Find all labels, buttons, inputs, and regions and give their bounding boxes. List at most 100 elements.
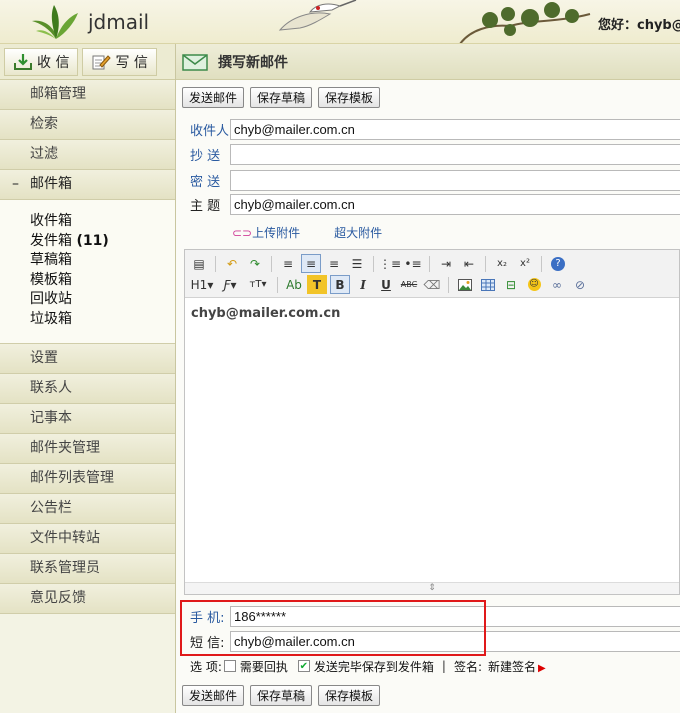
toolbar-divider [485,255,486,272]
compose-mail-button[interactable]: 写 信 [82,47,157,76]
bold-icon[interactable]: B [330,275,350,294]
folder-sent[interactable]: 发件箱 (11) [30,232,175,252]
font-family-dropdown[interactable]: Ƒ ▾ [218,275,242,294]
superscript-icon[interactable]: x² [515,254,535,273]
send-button-bottom[interactable]: 发送邮件 [182,685,245,706]
cc-row: 抄 送 [186,143,680,165]
toolbar-divider [541,255,542,272]
align-justify-icon[interactable]: ☰ [347,254,367,273]
align-center-icon[interactable]: ≡ [301,254,321,273]
compose-pencil-icon [92,54,112,69]
unlink-icon[interactable]: ⊘ [570,275,590,294]
source-code-icon[interactable]: ▤ [189,254,209,273]
nav-mailbox-settings[interactable]: 邮箱管理 [0,80,175,110]
compose-mail-label: 写 信 [115,54,148,71]
outdent-icon[interactable]: ⇤ [459,254,479,273]
folder-templates[interactable]: 模板箱 [30,271,175,291]
underline-icon[interactable]: U [376,275,396,294]
folder-label: 收件箱 [30,213,72,229]
options-label: 选 项: [190,659,222,674]
receive-mail-label: 收 信 [37,54,70,71]
nav-filter[interactable]: 过滤 [0,140,175,170]
large-attachment-link[interactable]: 超大附件 [334,224,382,241]
signature-label: 签名: [453,659,482,674]
toolbar-divider [277,276,278,293]
heading-label: H1 [190,277,208,292]
attachment-links: ⊂⊃上传附件 超大附件 [232,224,382,241]
nav-contacts[interactable]: 联系人 [0,374,175,404]
nav-settings[interactable]: 设置 [0,344,175,374]
ordered-list-icon[interactable]: ⋮≡ [379,254,401,273]
nav-mailbox[interactable]: – 邮件箱 [0,170,175,200]
editor-toolbar: ▤ ↶ ↷ ≡ ≡ ≡ ☰ ⋮≡ •≡ ⇥ ⇤ x₂ x² ? H1 ▾ Ƒ ▾… [185,250,679,298]
folder-label: 发件箱 [30,232,72,249]
subject-field[interactable] [230,193,680,215]
nav-search[interactable]: 检索 [0,110,175,140]
table-icon[interactable] [478,275,498,294]
subject-row: 主 题 [186,193,680,215]
nav-mailing-list[interactable]: 邮件列表管理 [0,464,175,494]
folder-label: 模板箱 [30,271,72,288]
send-button[interactable]: 发送邮件 [182,87,245,108]
bcc-field[interactable] [230,169,680,191]
receive-mail-button[interactable]: 收 信 [4,47,79,76]
font-size-dropdown[interactable]: тT ▾ [245,275,271,294]
redo-icon[interactable]: ↷ [245,254,265,273]
save-draft-button[interactable]: 保存草稿 [250,87,313,108]
image-icon[interactable] [455,275,475,294]
horizontal-rule-icon[interactable]: ⊟ [501,275,521,294]
receipt-label[interactable]: 需要回执 [240,658,288,675]
help-icon[interactable]: ? [548,254,568,273]
cc-label[interactable]: 抄 送 [186,145,230,164]
options-divider: | [441,659,446,673]
save-draft-button-bottom[interactable]: 保存草稿 [250,685,313,706]
bcc-label[interactable]: 密 送 [186,171,230,190]
folder-junk[interactable]: 垃圾箱 [30,310,175,330]
undo-icon[interactable]: ↶ [222,254,242,273]
signature-dropdown[interactable]: 新建签名 ▶ [488,658,546,675]
cc-field[interactable] [230,143,680,165]
nav-bulletin[interactable]: 公告栏 [0,494,175,524]
editor-content[interactable]: chyb@mailer.com.cn [185,298,679,583]
font-label: Ƒ [223,277,231,292]
folder-inbox[interactable]: 收件箱 [30,212,175,232]
eraser-icon[interactable]: ⌫ [422,275,442,294]
link-icon[interactable]: ∞ [547,275,567,294]
font-color-icon[interactable]: Ab [284,275,304,294]
folder-label: 回收站 [30,291,72,307]
nav-folder-management[interactable]: 邮件夹管理 [0,434,175,464]
receipt-checkbox[interactable] [223,660,236,672]
folder-drafts[interactable]: 草稿箱 [30,251,175,271]
align-left-icon[interactable]: ≡ [278,254,298,273]
collapse-icon: – [12,176,19,192]
folder-trash[interactable]: 回收站 [30,290,175,310]
to-field[interactable] [230,118,680,140]
nav-file-transfer[interactable]: 文件中转站 [0,524,175,554]
nav-feedback[interactable]: 意见反馈 [0,584,175,614]
size-label: тT [249,279,262,290]
heading-dropdown[interactable]: H1 ▾ [189,275,215,294]
emoticon-icon[interactable]: ☺ [524,275,544,294]
save-template-button-bottom[interactable]: 保存模板 [318,685,381,706]
subscript-icon[interactable]: x₂ [492,254,512,273]
to-row: 收件人 [186,118,680,140]
folder-count: (11) [76,232,109,249]
indent-icon[interactable]: ⇥ [436,254,456,273]
header-decoration [278,0,591,43]
save-sent-checkbox[interactable]: ✔ [297,660,310,672]
highlight-color-icon[interactable]: T [307,275,327,294]
save-template-button[interactable]: 保存模板 [318,87,381,108]
align-right-icon[interactable]: ≡ [324,254,344,273]
toolbar-divider [271,255,272,272]
upload-attachment-link[interactable]: ⊂⊃上传附件 [232,224,300,241]
resize-handle-icon[interactable]: ⇕ [185,582,679,594]
page-title: 撰写新邮件 [218,54,288,71]
nav-notepad[interactable]: 记事本 [0,404,175,434]
nav-contact-admin[interactable]: 联系管理员 [0,554,175,584]
compose-panel: 撰写新邮件 发送邮件 保存草稿 保存模板 收件人 抄 送 密 送 主 题 ⊂⊃上… [176,44,680,713]
bullet-list-icon[interactable]: •≡ [403,254,423,273]
italic-icon[interactable]: I [353,275,373,294]
save-sent-label[interactable]: 发送完毕保存到发件箱 [314,658,434,675]
strikethrough-icon[interactable]: ABC [399,275,419,294]
to-label[interactable]: 收件人 [186,120,230,139]
